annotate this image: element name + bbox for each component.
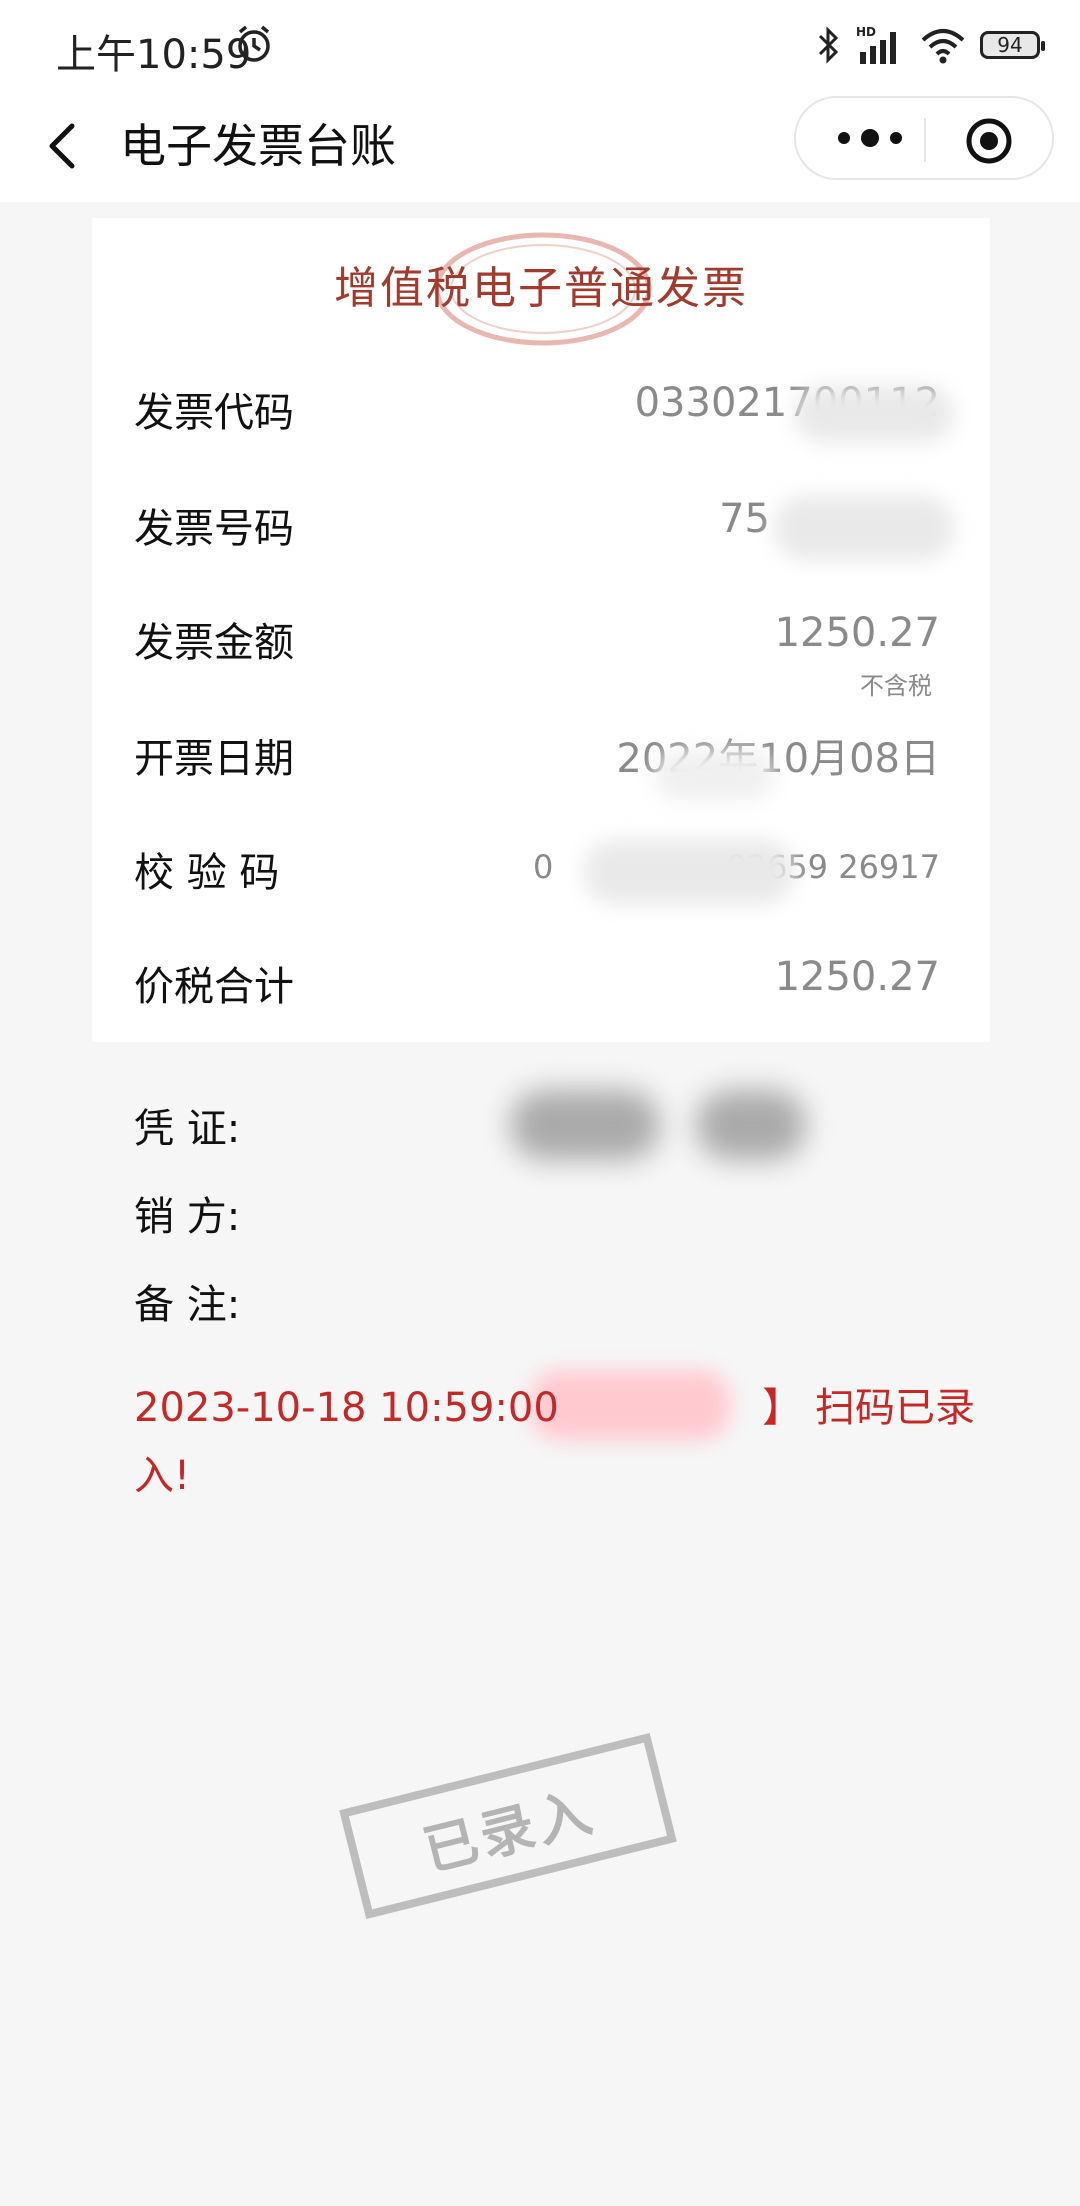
page-title: 电子发票台账 (120, 119, 396, 173)
wifi-icon (921, 29, 965, 64)
signal-icon: HD (856, 25, 896, 64)
recorded-stamp: 已录入 (339, 1732, 677, 1920)
invoice-code-label: 发票代码 (134, 390, 294, 436)
battery-level: 94 (997, 33, 1023, 57)
alarm-clock-icon (238, 25, 270, 62)
invoice-number-value: 75 (719, 496, 770, 542)
mini-program-capsule (794, 96, 1054, 180)
message-line-1: 2023-10-18 10:59:00 】 扫码已录 (134, 1385, 975, 1431)
invoice-title: 增值税电子普通发票 (334, 263, 748, 314)
invoice-code-row: 发票代码 033021700112 (134, 380, 954, 442)
redaction-blur (696, 1090, 806, 1160)
network-type-label: HD (856, 25, 876, 39)
invoice-amount-label: 发票金额 (134, 620, 294, 666)
redaction-blur (584, 840, 794, 904)
redaction-blur (654, 750, 774, 800)
total-amount-label: 价税合计 (134, 964, 294, 1010)
redaction-blur (774, 496, 954, 560)
total-amount-value: 1250.27 (774, 954, 940, 1000)
close-mini-program-icon[interactable] (964, 116, 1014, 166)
seller-label: 销 方: (134, 1194, 241, 1240)
redaction-blur (510, 1090, 660, 1160)
back-arrow-icon[interactable] (36, 114, 100, 178)
issue-date-label: 开票日期 (134, 736, 294, 782)
invoice-number-label: 发票号码 (134, 506, 294, 552)
voucher-label: 凭 证: (134, 1106, 241, 1152)
invoice-number-row: 发票号码 75 (134, 496, 954, 560)
invoice-amount-row: 发票金额 1250.27 不含税 (134, 610, 940, 700)
battery-indicator: 94 (980, 31, 1045, 59)
total-amount-row: 价税合计 1250.27 (134, 954, 940, 1014)
invoice-card: 增值税电子普通发票 发票代码 033021700112 发票号码 75 发票金额… (92, 218, 990, 1042)
issue-date-row: 开票日期 2022年10月08日 (134, 726, 940, 800)
bluetooth-icon (818, 26, 839, 64)
tax-exclusive-note: 不含税 (860, 672, 932, 700)
message-line-2: 入! (134, 1453, 191, 1499)
recorded-stamp-text: 已录入 (417, 1779, 602, 1883)
scan-recorded-message: 2023-10-18 10:59:00 】 扫码已录 入! (134, 1374, 975, 1510)
status-icons: HD 94 (814, 22, 1045, 68)
nav-bar: 电子发票台账 (0, 90, 1080, 202)
status-time: 上午10:59 (56, 32, 252, 78)
more-options-icon[interactable] (830, 116, 910, 160)
invoice-amount-value: 1250.27 (774, 610, 940, 656)
remark-label: 备 注: (134, 1282, 241, 1328)
redaction-blur (794, 386, 954, 442)
status-bar: 上午10:59 HD 94 (0, 0, 1080, 90)
check-code-label: 校 验 码 (134, 850, 280, 896)
check-code-row: 校 验 码 0 02659 26917 (134, 840, 940, 904)
capsule-divider (924, 118, 926, 162)
